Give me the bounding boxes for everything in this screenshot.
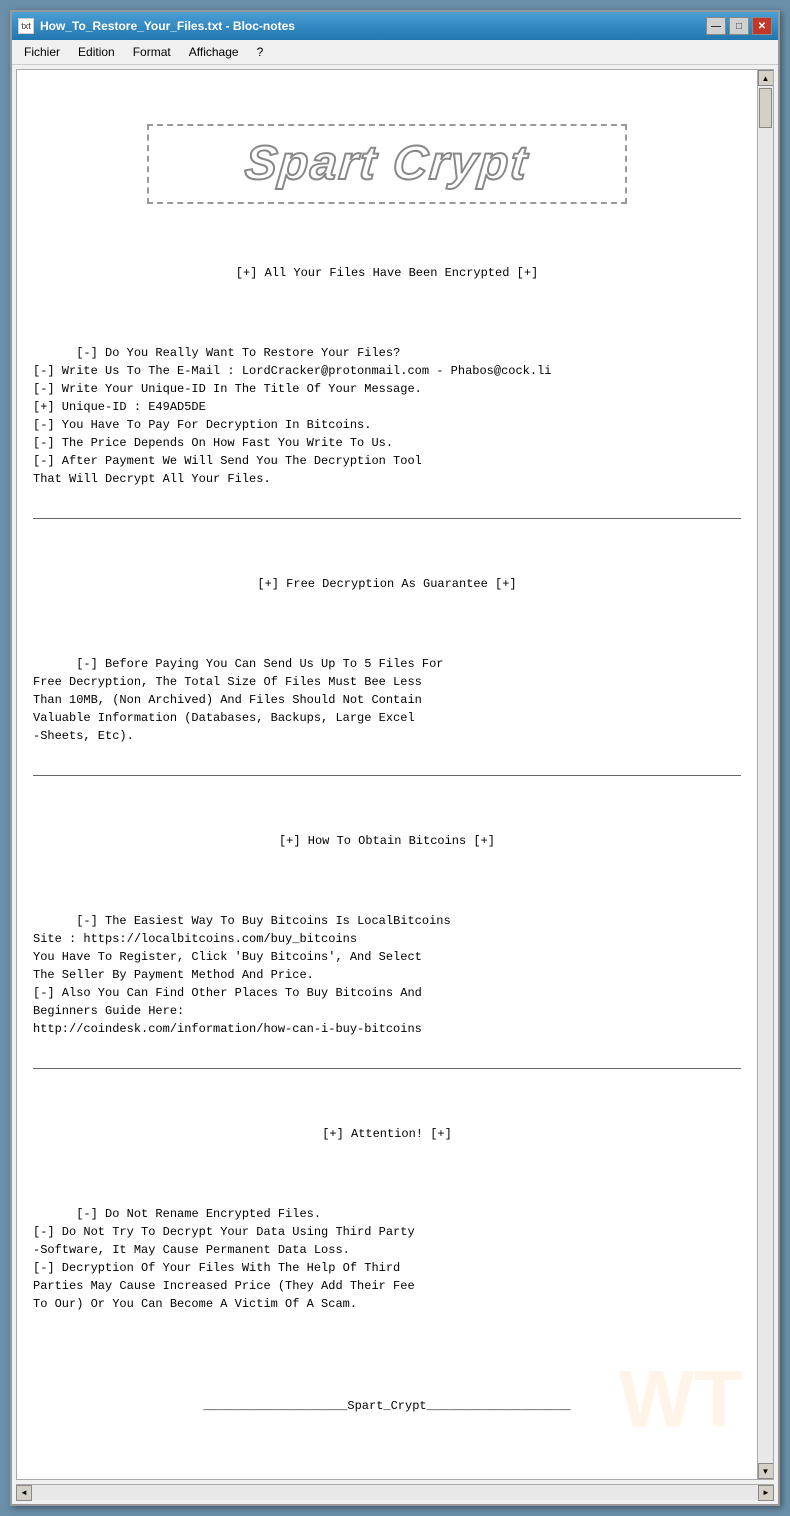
menu-bar: Fichier Edition Format Affichage ?	[12, 40, 778, 65]
scroll-right-arrow[interactable]: ►	[758, 1485, 774, 1501]
section4-header: [+] Attention! [+]	[33, 1125, 741, 1143]
editor-container: Spart Crypt [+] All Your Files Have Been…	[16, 69, 774, 1480]
signature: ____________________Spart_Crypt_________…	[33, 1397, 741, 1415]
maximize-button[interactable]: □	[729, 17, 749, 35]
section4-text: [-] Do Not Rename Encrypted Files. [-] D…	[33, 1207, 415, 1311]
divider-3	[33, 1068, 741, 1069]
title-bar-left: txt How_To_Restore_Your_Files.txt - Bloc…	[18, 18, 295, 34]
divider-2	[33, 775, 741, 776]
scroll-down-arrow[interactable]: ▼	[758, 1463, 774, 1479]
text-editor[interactable]: Spart Crypt [+] All Your Files Have Been…	[17, 70, 757, 1479]
scroll-track-horizontal[interactable]	[32, 1485, 758, 1500]
scroll-left-arrow[interactable]: ◄	[16, 1485, 32, 1501]
menu-edition[interactable]: Edition	[70, 42, 123, 62]
section3-text: [-] The Easiest Way To Buy Bitcoins Is L…	[33, 914, 451, 1036]
scroll-up-arrow[interactable]: ▲	[758, 70, 774, 86]
section2-text: [-] Before Paying You Can Send Us Up To …	[33, 657, 443, 743]
logo-text: Spart Crypt	[242, 128, 532, 200]
title-bar: txt How_To_Restore_Your_Files.txt - Bloc…	[12, 12, 778, 40]
section3-header: [+] How To Obtain Bitcoins [+]	[33, 832, 741, 850]
header-line: [+] All Your Files Have Been Encrypted […	[33, 264, 741, 282]
logo-area: Spart Crypt	[147, 124, 627, 204]
window-title: How_To_Restore_Your_Files.txt - Bloc-not…	[40, 19, 295, 33]
minimize-button[interactable]: —	[706, 17, 726, 35]
menu-help[interactable]: ?	[249, 42, 272, 62]
window-controls: — □ ✕	[706, 17, 772, 35]
horizontal-scrollbar[interactable]: ◄ ►	[16, 1484, 774, 1500]
close-button[interactable]: ✕	[752, 17, 772, 35]
vertical-scrollbar[interactable]: ▲ ▼	[757, 70, 773, 1479]
menu-format[interactable]: Format	[125, 42, 179, 62]
scroll-thumb-vertical[interactable]	[759, 88, 772, 128]
section2-header: [+] Free Decryption As Guarantee [+]	[33, 575, 741, 593]
notepad-window: txt How_To_Restore_Your_Files.txt - Bloc…	[10, 10, 780, 1506]
app-icon: txt	[18, 18, 34, 34]
section1-text: [-] Do You Really Want To Restore Your F…	[33, 346, 551, 486]
menu-affichage[interactable]: Affichage	[181, 42, 247, 62]
menu-fichier[interactable]: Fichier	[16, 42, 68, 62]
divider-1	[33, 518, 741, 519]
scroll-track-vertical[interactable]	[758, 86, 773, 1463]
